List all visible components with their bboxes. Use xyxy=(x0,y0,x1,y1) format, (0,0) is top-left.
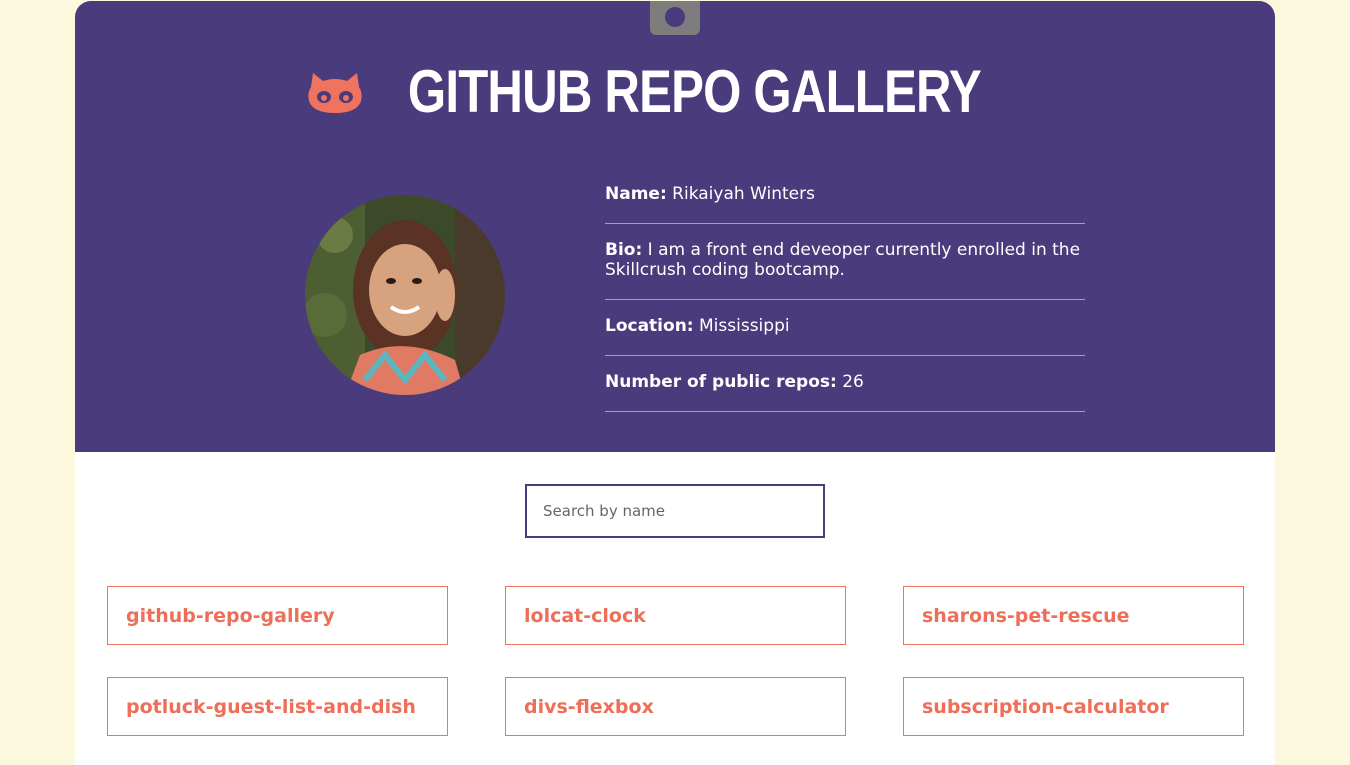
name-label: Name: xyxy=(605,184,667,204)
profile-name: Name: Rikaiyah Winters xyxy=(605,181,1085,224)
octocat-icon xyxy=(307,73,362,113)
location-value: Mississippi xyxy=(699,316,790,336)
repo-card[interactable]: subscription-calculator xyxy=(903,677,1244,736)
bio-value: I am a front end deveoper currently enro… xyxy=(605,240,1081,280)
camera-icon xyxy=(650,1,700,35)
page-title: GITHUB REPO GALLERY xyxy=(407,58,981,125)
profile-location: Location: Mississippi xyxy=(605,300,1085,356)
profile-repo-count: Number of public repos: 26 xyxy=(605,356,1085,412)
location-label: Location: xyxy=(605,316,694,336)
repo-card[interactable]: divs-flexbox xyxy=(505,677,846,736)
profile-bio: Bio: I am a front end deveoper currently… xyxy=(605,224,1085,300)
repo-list: github-repo-gallery lolcat-clock sharons… xyxy=(107,586,1244,736)
repo-card[interactable]: sharons-pet-rescue xyxy=(903,586,1244,645)
profile-info: Name: Rikaiyah Winters Bio: I am a front… xyxy=(605,181,1085,412)
repo-card[interactable]: lolcat-clock xyxy=(505,586,846,645)
bio-label: Bio: xyxy=(605,240,643,260)
repo-card[interactable]: potluck-guest-list-and-dish xyxy=(107,677,448,736)
profile-header: GITHUB REPO GALLERY Name: Rikaiyah Winte… xyxy=(75,1,1275,452)
avatar xyxy=(305,195,505,395)
repo-card[interactable]: github-repo-gallery xyxy=(107,586,448,645)
title-row: GITHUB REPO GALLERY xyxy=(75,57,1275,127)
name-value: Rikaiyah Winters xyxy=(672,184,815,204)
avatar-image xyxy=(305,195,505,395)
repos-value: 26 xyxy=(842,372,864,392)
repos-label: Number of public repos: xyxy=(605,372,837,392)
search-input[interactable] xyxy=(525,484,825,538)
search-container xyxy=(525,484,825,538)
page: GITHUB REPO GALLERY Name: Rikaiyah Winte… xyxy=(75,1,1275,765)
